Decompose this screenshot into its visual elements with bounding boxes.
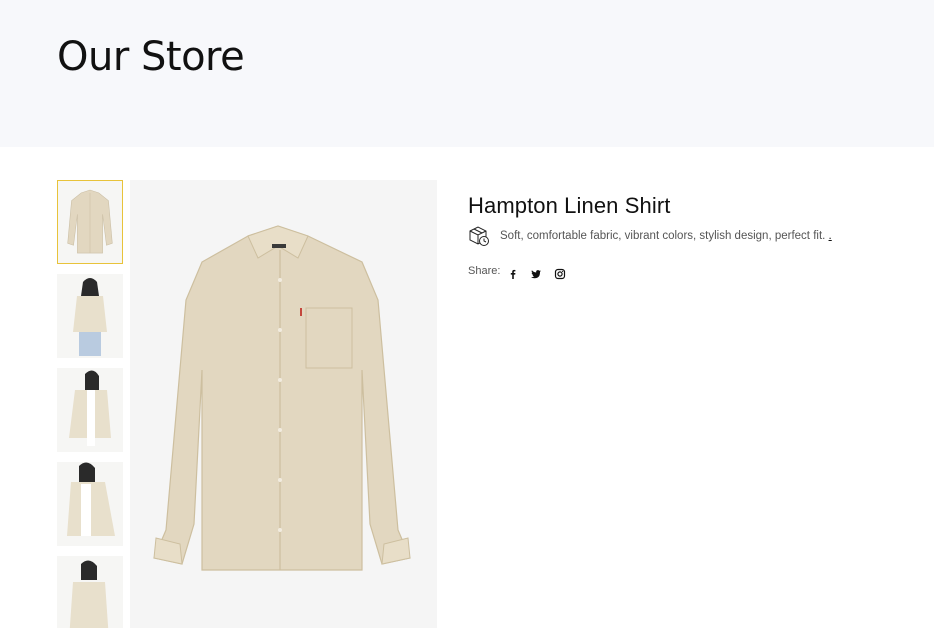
package-icon xyxy=(468,225,490,247)
thumbnail-shirt-image xyxy=(58,181,122,263)
thumbnail-model-image xyxy=(57,368,123,452)
thumbnail-model-image xyxy=(57,462,123,546)
page-header: Our Store xyxy=(0,0,934,147)
thumbnail-5[interactable] xyxy=(57,556,123,628)
instagram-icon[interactable] xyxy=(554,265,566,280)
thumbnail-4[interactable] xyxy=(57,462,123,546)
page-title: Our Store xyxy=(57,34,245,80)
share-label: Share: xyxy=(468,265,501,277)
thumbnail-model-image xyxy=(57,556,123,628)
twitter-icon[interactable] xyxy=(530,265,542,279)
share-bar: Share: xyxy=(468,264,668,280)
product-info: Hampton Linen Shirt Soft, comfortable fa… xyxy=(468,193,908,280)
shirt-image xyxy=(130,180,437,628)
facebook-icon[interactable] xyxy=(507,265,519,279)
product-description: Soft, comfortable fabric, vibrant colors… xyxy=(500,230,826,242)
thumbnail-2[interactable] xyxy=(57,274,123,358)
thumbnail-3[interactable] xyxy=(57,368,123,452)
product-feature: Soft, comfortable fabric, vibrant colors… xyxy=(468,225,908,249)
main-product-image[interactable] xyxy=(130,180,437,628)
thumbnail-model-image xyxy=(57,274,123,358)
thumbnail-1[interactable] xyxy=(57,180,123,264)
product-title: Hampton Linen Shirt xyxy=(468,193,671,218)
more-link[interactable]: . xyxy=(829,230,832,242)
